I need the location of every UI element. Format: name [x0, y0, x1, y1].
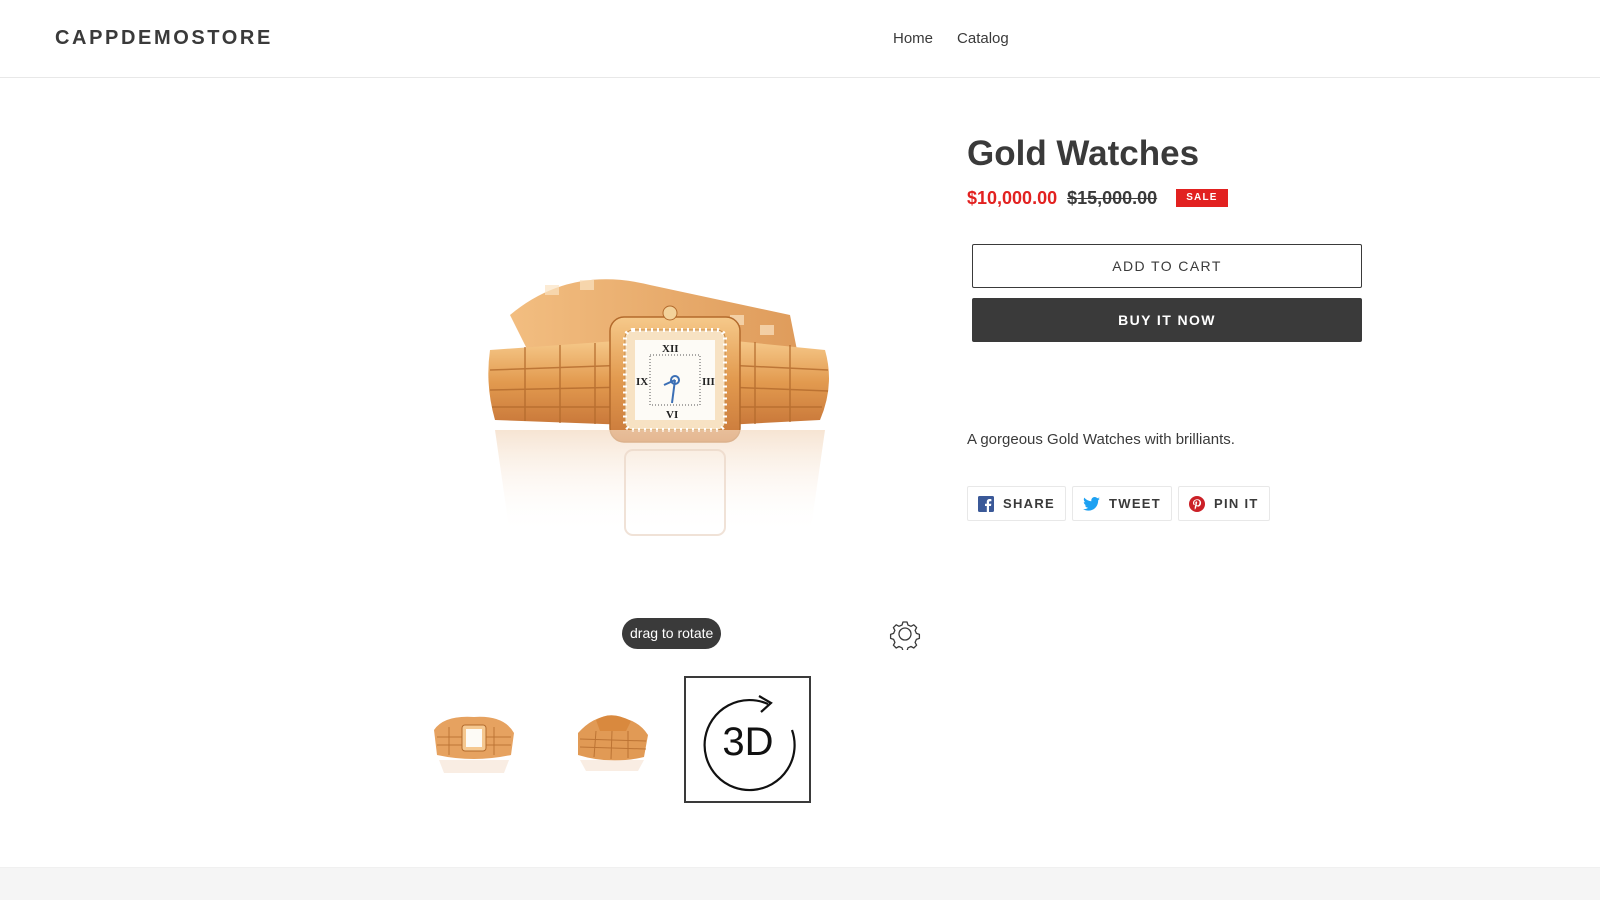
add-to-cart-button[interactable]: ADD TO CART: [972, 244, 1362, 288]
store-logo[interactable]: CAPPDEMOSTORE: [55, 27, 273, 50]
svg-text:IX: IX: [636, 376, 648, 388]
gear-icon[interactable]: [889, 618, 921, 652]
main-nav: Home Catalog: [893, 30, 1009, 47]
footer: [0, 867, 1600, 900]
svg-text:III: III: [702, 376, 715, 388]
svg-text:VI: VI: [666, 409, 678, 421]
product-3d-viewer[interactable]: XII IX III VI: [450, 245, 850, 575]
sale-badge: SALE: [1176, 189, 1228, 207]
svg-text:3D: 3D: [722, 720, 773, 764]
pinterest-icon: [1189, 495, 1206, 512]
nav-catalog[interactable]: Catalog: [957, 30, 1009, 47]
3d-view-thumbnail[interactable]: 3D: [684, 676, 811, 803]
pin-it-label: PIN IT: [1214, 496, 1259, 511]
nav-home[interactable]: Home: [893, 30, 933, 47]
twitter-icon: [1083, 496, 1100, 511]
thumbnail-list: 3D: [410, 676, 811, 803]
product-info: Gold Watches $10,000.00 $15,000.00 SALE: [967, 130, 1367, 211]
twitter-tweet-button[interactable]: TWEET: [1072, 486, 1173, 521]
rotate-3d-icon: 3D: [703, 694, 796, 791]
watch-front-thumbnail[interactable]: [410, 676, 537, 803]
sale-price: $10,000.00: [967, 187, 1058, 208]
tweet-label: TWEET: [1109, 496, 1162, 511]
social-share: SHARE TWEET PIN IT: [967, 486, 1270, 521]
product-title: Gold Watches: [967, 134, 1200, 173]
pinterest-pin-button[interactable]: PIN IT: [1178, 486, 1270, 521]
facebook-share-button[interactable]: SHARE: [967, 486, 1067, 521]
svg-text:XII: XII: [662, 343, 679, 355]
drag-to-rotate-hint: drag to rotate: [622, 618, 722, 649]
watch-back-thumbnail[interactable]: [547, 676, 674, 803]
share-label: SHARE: [1003, 496, 1056, 511]
buy-it-now-button[interactable]: BUY IT NOW: [972, 298, 1362, 342]
regular-price: $15,000.00: [1067, 187, 1158, 208]
gold-watch-image: XII IX III VI: [488, 279, 829, 536]
site-header: CAPPDEMOSTORE Home Catalog: [0, 0, 1600, 78]
price-row: $10,000.00 $15,000.00 SALE: [967, 185, 1367, 211]
facebook-icon: [978, 495, 994, 512]
product-description: A gorgeous Gold Watches with brilliants.: [967, 431, 1235, 448]
